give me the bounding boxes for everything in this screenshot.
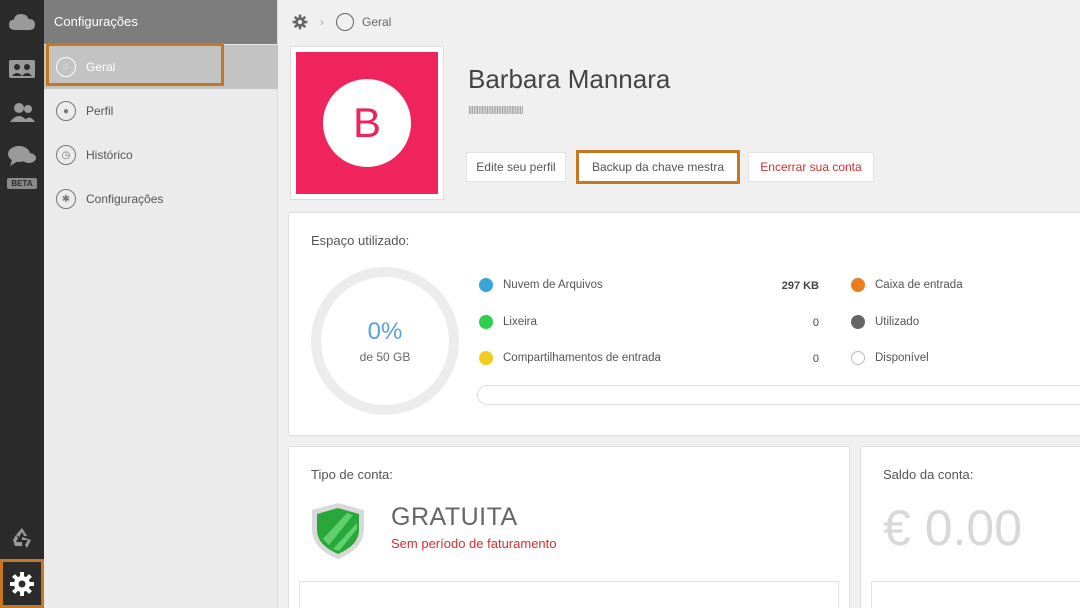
- settings-sidebar: Configurações ⁘ Geral ● Perfil ◷ Históri…: [44, 0, 278, 608]
- legend-dot: [851, 351, 865, 365]
- profile-name: Barbara Mannara: [468, 64, 671, 94]
- legend-inbox: Caixa de entrada: [851, 278, 963, 292]
- sidebar-item-label: Perfil: [86, 104, 114, 118]
- gear-icon: ✱: [56, 189, 76, 209]
- avatar-letter: B: [323, 79, 411, 167]
- legend-label: Utilizado: [875, 316, 920, 328]
- legend-dot: [479, 315, 493, 329]
- avatar[interactable]: B: [290, 46, 444, 200]
- legend-label: Lixeira: [503, 316, 537, 328]
- main-content: › Geral B Barbara Mannara ꟾꟾꟾꟾꟾꟾꟾꟾꟾꟾꟾꟾꟾꟾ…: [278, 0, 1080, 608]
- top-up-button[interactable]: Aumentar: [871, 581, 1080, 608]
- edit-profile-button[interactable]: Edite seu perfil: [466, 152, 566, 182]
- shared-users-icon[interactable]: [0, 98, 44, 126]
- clock-icon: ◷: [56, 145, 76, 165]
- breadcrumb-current[interactable]: Geral: [362, 15, 391, 29]
- legend-dot: [851, 278, 865, 292]
- legend-label: Caixa de entrada: [875, 279, 963, 291]
- upgrade-account-button[interactable]: Atualizar conta: [299, 581, 839, 608]
- legend-value: 0: [812, 353, 819, 365]
- legend-dot: [851, 315, 865, 329]
- breadcrumb: › Geral: [292, 10, 391, 34]
- profile-email: ꟾꟾꟾꟾꟾꟾꟾꟾꟾꟾꟾꟾꟾꟾꟾꟾꟾꟾꟾꟾꟾꟾꟾꟾꟾꟾꟾꟾꟾꟾꟾꟾꟾ: [468, 106, 524, 116]
- sidebar-item-perfil[interactable]: ● Perfil: [44, 89, 278, 133]
- legend-dot: [479, 351, 493, 365]
- plan-name: GRATUITA: [391, 503, 518, 531]
- highlight-box: [46, 43, 224, 86]
- contacts-icon[interactable]: [0, 54, 44, 82]
- storage-donut: 0% de 50 GB: [311, 267, 459, 415]
- storage-card: Espaço utilizado: 0% de 50 GB Nuvem de A…: [288, 212, 1080, 436]
- user-icon: ●: [56, 101, 76, 121]
- grid-icon: [336, 13, 354, 31]
- balance-card: Saldo da conta: € 0.00 Aumentar: [860, 446, 1080, 608]
- legend-available: Disponível: [851, 351, 929, 365]
- backup-master-key-button[interactable]: Backup da chave mestra: [576, 150, 740, 184]
- beta-badge: BETA: [7, 178, 37, 189]
- sidebar-item-label: Histórico: [86, 148, 133, 162]
- chevron-right-icon: ›: [320, 15, 324, 29]
- legend-dot: [479, 278, 493, 292]
- legend-used: Utilizado: [851, 315, 919, 329]
- sidebar-item-label: Configurações: [86, 192, 164, 206]
- legend-label: Disponível: [875, 352, 929, 364]
- legend-incoming-shares: Compartilhamentos de entrada: [479, 351, 661, 365]
- cloud-drive-icon[interactable]: [0, 8, 44, 36]
- legend-trash: Lixeira: [479, 315, 537, 329]
- storage-percent: 0%: [367, 318, 403, 345]
- legend-label: Nuvem de Arquivos: [503, 279, 603, 291]
- legend-value: 0: [812, 317, 819, 329]
- app-rail: BETA: [0, 0, 44, 608]
- gear-icon[interactable]: [292, 14, 308, 30]
- legend-label: Compartilhamentos de entrada: [503, 352, 661, 364]
- balance-amount: € 0.00: [883, 500, 1023, 556]
- chat-icon[interactable]: [0, 142, 44, 170]
- recycle-bin-icon[interactable]: [0, 524, 44, 552]
- account-type-title: Tipo de conta:: [311, 467, 393, 482]
- storage-progress-bar: [477, 385, 1080, 405]
- storage-total: de 50 GB: [359, 350, 411, 364]
- sidebar-item-configuracoes[interactable]: ✱ Configurações: [44, 177, 278, 221]
- balance-title: Saldo da conta:: [883, 467, 974, 482]
- billing-status: Sem período de faturamento: [391, 536, 557, 551]
- sidebar-item-historico[interactable]: ◷ Histórico: [44, 133, 278, 177]
- shield-icon: [312, 503, 364, 559]
- account-type-card: Tipo de conta: GRATUITA Sem período de f…: [288, 446, 850, 608]
- settings-gear-button[interactable]: [0, 559, 44, 608]
- legend-value: 297 KB: [781, 280, 819, 292]
- close-account-button[interactable]: Encerrar sua conta: [748, 152, 874, 182]
- sidebar-title: Configurações: [44, 0, 277, 44]
- storage-title: Espaço utilizado:: [311, 233, 410, 248]
- gear-icon: [10, 571, 34, 596]
- legend-cloud-files: Nuvem de Arquivos: [479, 278, 603, 292]
